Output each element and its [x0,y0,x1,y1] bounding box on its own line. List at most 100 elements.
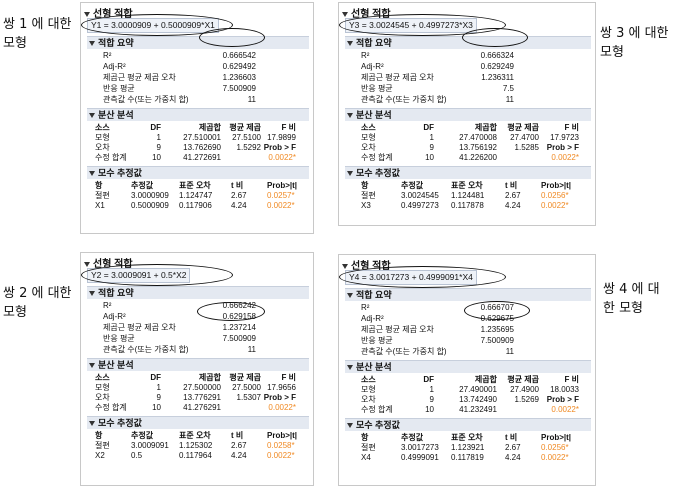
parameter-cell: 0.0258* [267,441,295,450]
anova-cell: 41.276291 [183,403,221,412]
parameter-cell: 4.24 [231,451,247,460]
summary-section-title: 적합 요약 [98,38,134,48]
parameter-column-header: t 비 [505,433,518,442]
summary-label: Adj-R² [361,62,384,71]
parameter-cell: 절편 [95,191,110,200]
fit-equation: Y4 = 3.0017273 + 0.4999091*X4 [345,270,477,285]
parameter-column-header: 추정값 [401,433,424,442]
summary-value: 11 [247,95,256,104]
parameter-column-header: t 비 [231,431,244,440]
disclosure-triangle-icon[interactable] [342,263,348,269]
parameter-cell: 0.5000909 [131,201,169,210]
anova-column-header: 소스 [361,375,376,384]
anova-cell: 17.9723 [550,133,579,142]
parameter-section-title: 모수 추정값 [356,420,400,430]
anova-column-header: 평균 제곱 [229,123,261,132]
summary-value: 0.666324 [480,51,514,60]
disclosure-triangle-icon[interactable] [347,423,353,429]
parameter-section-header[interactable]: 모수 추정값 [87,416,309,429]
disclosure-triangle-icon[interactable] [89,291,95,297]
fit-panel-pair2: 선형 적합 Y2 = 3.0009091 + 0.5*X2 적합 요약 R² 0.666… [80,252,314,486]
parameter-cell: 1.123921 [451,443,485,452]
disclosure-triangle-icon[interactable] [89,171,95,177]
parameter-section-header[interactable]: 모수 추정값 [345,166,591,179]
summary-section-header[interactable]: 적합 요약 [345,288,591,301]
anova-column-header: DF [423,375,434,384]
parameter-cell: 0.117878 [451,201,484,210]
anova-column-header: F 비 [564,123,579,132]
disclosure-triangle-icon[interactable] [89,421,95,427]
disclosure-triangle-icon[interactable] [347,365,353,371]
parameter-cell: 3.0024545 [401,191,439,200]
anova-section-header[interactable]: 분산 분석 [345,360,591,373]
summary-section-header[interactable]: 적합 요약 [345,36,591,49]
parameter-column-header: 항 [95,431,103,440]
parameter-cell: 0.0256* [541,443,569,452]
disclosure-triangle-icon[interactable] [89,363,95,369]
parameter-column-header: 항 [361,433,369,442]
summary-value: 1.235695 [480,325,514,334]
parameter-cell: 0.4999091 [401,453,439,462]
summary-section-title: 적합 요약 [356,38,392,48]
anova-cell: 17.9656 [267,383,296,392]
parameter-cell: X4 [361,453,371,462]
anova-cell: 모형 [361,385,376,394]
anova-cell: 오차 [95,393,110,402]
anova-section-title: 분산 분석 [98,360,134,370]
parameter-column-header: 추정값 [401,181,424,190]
anova-cell: 10 [152,403,161,412]
disclosure-triangle-icon[interactable] [84,11,90,17]
pair2-label-line1: 쌍 2 에 대한 [3,286,72,301]
pair2-label: 쌍 2 에 대한 모형 [3,284,72,322]
summary-section-title: 적합 요약 [356,290,392,300]
summary-value: 7.500909 [222,84,256,93]
summary-label: Adj-R² [103,62,126,71]
disclosure-triangle-icon[interactable] [347,171,353,177]
disclosure-triangle-icon[interactable] [84,261,90,267]
anova-section-header[interactable]: 분산 분석 [87,358,309,371]
disclosure-triangle-icon[interactable] [347,113,353,119]
anova-section-header[interactable]: 분산 분석 [87,108,309,121]
anova-cell: 0.0022* [268,403,296,412]
parameter-section-header[interactable]: 모수 추정값 [345,418,591,431]
pair1-label-line1: 쌍 1 에 대한 [3,17,72,32]
fit-panel-pair3: 선형 적합 Y3 = 3.0024545 + 0.4997273*X3 적합 요약 R… [338,2,596,226]
anova-cell: 오차 [95,143,110,152]
anova-column-header: 소스 [95,123,110,132]
disclosure-triangle-icon[interactable] [347,41,353,47]
disclosure-triangle-icon[interactable] [347,293,353,299]
anova-cell: 오차 [361,395,376,404]
summary-label: 반응 평균 [103,334,135,343]
parameter-cell: 4.24 [505,453,521,462]
fit-panel-pair1: 선형 적합 Y1 = 3.0000909 + 0.5000909*X1 적합 요약 R… [80,2,314,234]
parameter-cell: 0.117906 [179,201,212,210]
parameter-column-header: Prob>|t| [541,433,572,442]
summary-section-header[interactable]: 적합 요약 [87,36,309,49]
anova-column-header: 제곱합 [198,373,221,382]
summary-section-header[interactable]: 적합 요약 [87,286,309,299]
pair1-label-line2: 모형 [3,36,27,51]
parameter-column-header: Prob>|t| [267,181,298,190]
pair3-label-line2: 모형 [600,45,624,60]
anova-cell: 41.272691 [183,153,221,162]
parameter-cell: 0.0022* [541,201,569,210]
fit-equation: Y2 = 3.0009091 + 0.5*X2 [87,268,191,283]
summary-value: 11 [505,347,514,356]
summary-label: 관측값 수(또는 가중치 합) [103,95,189,104]
summary-label: Adj-R² [361,314,384,323]
disclosure-triangle-icon[interactable] [89,113,95,119]
parameter-cell: 0.0256* [541,191,569,200]
parameter-section-header[interactable]: 모수 추정값 [87,166,309,179]
anova-cell: 18.0033 [550,385,579,394]
anova-cell: 오차 [361,143,376,152]
summary-value: 0.629492 [222,62,256,71]
parameter-cell: 3.0017273 [401,443,439,452]
anova-section-header[interactable]: 분산 분석 [345,108,591,121]
summary-value: 0.629675 [480,314,514,323]
summary-value: 1.236311 [481,73,514,82]
summary-value: 0.666707 [480,303,514,312]
disclosure-triangle-icon[interactable] [342,11,348,17]
summary-label: R² [103,301,112,310]
anova-cell: Prob > F [546,143,579,152]
disclosure-triangle-icon[interactable] [89,41,95,47]
